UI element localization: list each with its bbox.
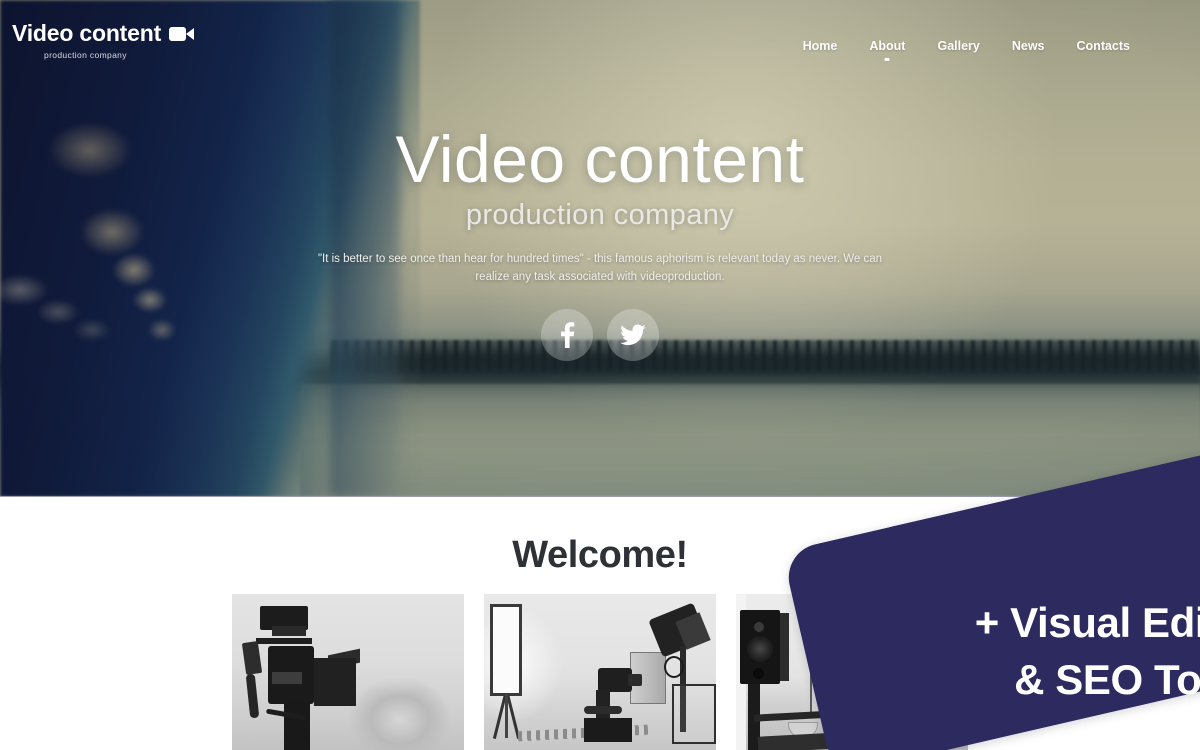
promo-line-2: & SEO Tools: [1014, 655, 1200, 703]
nav-item-news[interactable]: News: [996, 36, 1061, 56]
twitter-icon: [620, 324, 646, 345]
hero-content: Video content production company "It is …: [0, 126, 1200, 361]
social-link-facebook[interactable]: [541, 308, 593, 361]
social-links: [0, 308, 1200, 361]
facebook-icon: [561, 321, 575, 348]
nav-item-gallery[interactable]: Gallery: [921, 36, 995, 56]
video-camera-icon: [169, 26, 195, 42]
logo-main-row: Video content: [12, 22, 195, 45]
nav-item-contacts[interactable]: Contacts: [1061, 36, 1146, 56]
hero-lead-text: "It is better to see once than hear for …: [317, 253, 883, 283]
social-link-twitter[interactable]: [607, 308, 659, 361]
welcome-thumbnail-1[interactable]: [232, 594, 464, 750]
hero-title: Video content: [395, 122, 805, 196]
page-root: Video content production company Home Ab…: [0, 0, 1200, 750]
logo-name: Video content: [12, 20, 162, 46]
main-navigation: Home About Gallery News Contacts: [787, 36, 1146, 56]
logo-tagline: production company: [44, 50, 127, 60]
promo-banner-text: + Visual Editor & SEO Tools: [841, 594, 1200, 708]
promo-line-1: + Visual Editor: [974, 598, 1200, 646]
hero-subtitle: production company: [465, 199, 735, 231]
nav-item-about[interactable]: About: [853, 36, 921, 56]
welcome-thumbnail-2[interactable]: [484, 594, 716, 750]
nav-item-home[interactable]: Home: [787, 36, 854, 56]
hero-section: Video content production company Home Ab…: [0, 0, 1200, 497]
site-header: Video content production company Home Ab…: [0, 0, 1200, 82]
site-logo[interactable]: Video content production company: [12, 22, 195, 63]
